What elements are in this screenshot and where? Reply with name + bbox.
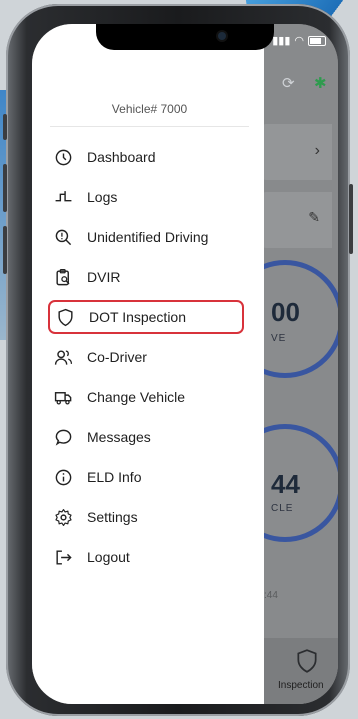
volume-down-button bbox=[3, 226, 7, 274]
menu-item-label: ELD Info bbox=[87, 469, 142, 485]
notch bbox=[96, 24, 274, 50]
cycle-time-label: CLE bbox=[271, 503, 294, 514]
truck-icon bbox=[54, 391, 72, 404]
menu-item-dashboard[interactable]: Dashboard bbox=[48, 140, 244, 174]
bluetooth-icon[interactable]: ✱ bbox=[314, 74, 327, 92]
battery-icon bbox=[308, 35, 326, 46]
background-card-2[interactable]: ✎ bbox=[262, 192, 332, 248]
menu-item-eld-info[interactable]: ELD Info bbox=[48, 460, 244, 494]
info-icon bbox=[55, 469, 72, 485]
search-icon bbox=[55, 229, 72, 245]
menu-item-unidentified-driving[interactable]: Unidentified Driving bbox=[48, 220, 244, 254]
power-button bbox=[349, 184, 353, 254]
logs-icon bbox=[55, 190, 72, 201]
menu-item-dvir[interactable]: DVIR bbox=[48, 260, 244, 294]
phone-screen: ▮▮▮ ◠ ⟳ ✱ › ✎ 00 VE 44 CLE :44 Inspectio… bbox=[32, 24, 338, 704]
drive-time-label: VE bbox=[271, 333, 287, 344]
signal-icon: ▮▮▮ bbox=[272, 35, 291, 47]
footer-time: :44 bbox=[264, 590, 278, 601]
silent-switch bbox=[3, 114, 7, 140]
sync-icon[interactable]: ⟳ bbox=[282, 74, 295, 92]
menu-item-label: Co-Driver bbox=[87, 349, 147, 365]
cycle-time-value: 44 bbox=[271, 469, 300, 499]
menu-item-label: Logout bbox=[87, 549, 130, 565]
menu-item-messages[interactable]: Messages bbox=[48, 420, 244, 454]
vehicle-label: Vehicle# 7000 bbox=[50, 102, 249, 127]
edit-icon: ✎ bbox=[308, 209, 320, 225]
menu-item-settings[interactable]: Settings bbox=[48, 500, 244, 534]
menu-item-logs[interactable]: Logs bbox=[48, 180, 244, 214]
shield-icon bbox=[58, 308, 73, 326]
status-bar: ▮▮▮ ◠ bbox=[272, 34, 326, 47]
menu-item-dot-inspection[interactable]: DOT Inspection bbox=[48, 300, 244, 334]
menu-item-change-vehicle[interactable]: Change Vehicle bbox=[48, 380, 244, 414]
logout-icon bbox=[56, 549, 72, 565]
clock-icon bbox=[55, 149, 72, 165]
menu-item-label: Messages bbox=[87, 429, 151, 445]
chevron-right-icon: › bbox=[314, 142, 320, 159]
menu-item-label: Change Vehicle bbox=[87, 389, 186, 405]
camera-icon bbox=[218, 32, 226, 40]
message-icon bbox=[55, 429, 72, 446]
menu-item-logout[interactable]: Logout bbox=[48, 540, 244, 574]
menu-item-label: DOT Inspection bbox=[89, 309, 187, 325]
menu-item-label: DVIR bbox=[87, 269, 121, 285]
wifi-icon: ◠ bbox=[294, 35, 304, 47]
menu-item-label: Dashboard bbox=[87, 149, 156, 165]
phone-frame: ▮▮▮ ◠ ⟳ ✱ › ✎ 00 VE 44 CLE :44 Inspectio… bbox=[3, 4, 353, 716]
menu-item-label: Unidentified Driving bbox=[87, 229, 209, 245]
drive-time-value: 00 bbox=[271, 297, 300, 327]
menu-item-co-driver[interactable]: Co-Driver bbox=[48, 340, 244, 374]
clipboard-search-icon bbox=[56, 268, 70, 285]
menu-item-label: Logs bbox=[87, 189, 118, 205]
background-card-1[interactable]: › bbox=[262, 124, 332, 180]
menu-item-label: Settings bbox=[87, 509, 138, 525]
inspection-tab-icon[interactable] bbox=[294, 648, 320, 674]
inspection-tab-label[interactable]: Inspection bbox=[278, 680, 324, 691]
gear-icon bbox=[55, 508, 72, 526]
users-icon bbox=[54, 349, 73, 365]
navigation-drawer: Vehicle# 7000 Dashboard Logs Unidentifie… bbox=[32, 24, 264, 704]
volume-up-button bbox=[3, 164, 7, 212]
